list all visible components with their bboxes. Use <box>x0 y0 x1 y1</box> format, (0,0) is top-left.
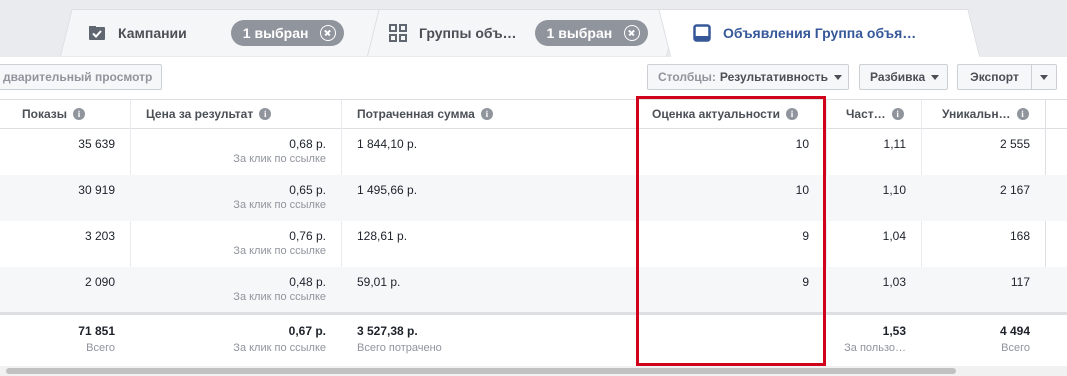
info-icon[interactable]: i <box>891 108 904 120</box>
column-header-impressions[interactable]: Показы i <box>22 100 85 128</box>
frequency-value: 1,11 <box>883 137 906 151</box>
frequency-total-caption: За пользо… <box>844 342 906 354</box>
toolbar: дварительный просмотр Столбцы: Результат… <box>0 57 1067 100</box>
table-row[interactable]: 30 919 0,65 р. За клик по ссылке 1 495,6… <box>0 175 1067 221</box>
columns-dropdown[interactable]: Столбцы: Результативность <box>647 64 849 90</box>
tab-ads-label: Объявления Группа объя… <box>723 25 917 41</box>
amount-spent-value: 59,01 р. <box>357 275 401 289</box>
tab-adsets-content[interactable]: Группы объ… 1 выбран <box>389 20 649 46</box>
ad-monitor-icon <box>693 24 711 42</box>
tab-ads-content[interactable]: Объявления Группа объя… <box>693 20 916 46</box>
totals-row: 71 851 Всего 0,67 р. За клик по ссылке 3… <box>0 312 1067 367</box>
amount-spent-value: 1 844,10 р. <box>357 137 418 151</box>
impressions-value: 35 639 <box>78 137 115 151</box>
unique-total-caption: Всего <box>1001 342 1030 354</box>
chevron-down-icon <box>931 74 940 80</box>
results-table: Показы i Цена за результат i Потраченная с… <box>0 100 1067 376</box>
clear-selection-icon[interactable] <box>624 25 641 41</box>
selection-pill-campaigns: 1 выбран <box>230 20 345 46</box>
impressions-total: 71 851 <box>78 324 115 338</box>
amount-spent-total-caption: Всего потрачено <box>357 342 442 354</box>
frequency-value: 1,04 <box>882 229 906 243</box>
checkbox-folder-icon <box>89 26 105 40</box>
selection-pill-adsets: 1 выбран <box>534 20 649 46</box>
table-row[interactable]: 2 090 0,48 р. За клик по ссылке 59,01 р.… <box>0 267 1067 313</box>
cost-per-result-value: 0,65 р. <box>289 183 326 197</box>
columns-value: Результативность <box>719 70 828 84</box>
impressions-value: 3 203 <box>84 229 115 243</box>
chevron-down-icon <box>1040 74 1048 80</box>
cost-per-result-caption: За клик по ссылке <box>233 245 326 257</box>
header-label: Показы <box>22 107 67 121</box>
columns-label: Столбцы: <box>658 70 716 84</box>
frequency-value: 1,10 <box>882 183 906 197</box>
info-icon[interactable]: i <box>1016 108 1029 120</box>
tab-campaigns-content[interactable]: Кампании 1 выбран <box>88 20 345 46</box>
relevance-highlight-box <box>636 96 826 366</box>
cost-per-result-value: 0,76 р. <box>289 229 326 243</box>
table-header: Показы i Цена за результат i Потраченная с… <box>0 100 1067 129</box>
amount-spent-total: 3 527,38 р. <box>357 324 418 338</box>
horizontal-scrollbar[interactable] <box>0 366 1067 376</box>
breakdown-label: Разбивка <box>870 70 926 84</box>
pill-label: 1 выбран <box>242 25 309 41</box>
header-label: Уникальн… <box>942 107 1011 121</box>
table-row[interactable]: 35 639 0,68 р. За клик по ссылке 1 844,1… <box>0 129 1067 175</box>
tab-campaigns-label: Кампании <box>118 25 187 41</box>
column-header-amount-spent[interactable]: Потраченная сумма i <box>357 100 493 128</box>
preview-button[interactable]: дварительный просмотр <box>0 64 162 90</box>
impressions-total-caption: Всего <box>86 342 115 354</box>
cost-per-result-value: 0,68 р. <box>289 137 326 151</box>
frequency-total: 1,53 <box>882 324 906 338</box>
info-icon[interactable]: i <box>259 108 272 120</box>
impressions-value: 2 090 <box>84 275 115 289</box>
unique-value: 168 <box>1009 229 1030 243</box>
frequency-value: 1,03 <box>882 275 906 289</box>
unique-value: 2 555 <box>999 137 1030 151</box>
pill-label: 1 выбран <box>546 25 613 41</box>
unique-total: 4 494 <box>999 324 1030 338</box>
export-menu-button[interactable] <box>1031 64 1057 90</box>
column-header-cost-per-result[interactable]: Цена за результат i <box>146 100 272 128</box>
info-icon[interactable]: i <box>480 108 493 120</box>
cost-per-result-caption: За клик по ссылке <box>233 291 326 303</box>
cost-per-result-caption: За клик по ссылке <box>233 199 326 211</box>
breakdown-dropdown[interactable]: Разбивка <box>859 64 948 90</box>
header-label: Част… <box>846 107 886 121</box>
unique-value: 2 167 <box>999 183 1030 197</box>
scrollbar-thumb[interactable] <box>6 368 956 374</box>
amount-spent-value: 128,61 р. <box>357 229 408 243</box>
clear-selection-icon[interactable] <box>320 25 337 41</box>
cost-per-result-total-caption: За клик по ссылке <box>233 342 326 354</box>
preview-label: дварительный просмотр <box>3 70 153 84</box>
header-label: Потраченная сумма <box>357 107 475 121</box>
amount-spent-value: 1 495,66 р. <box>357 183 418 197</box>
column-header-unique[interactable]: Уникальн… i <box>942 100 1029 128</box>
chevron-down-icon <box>833 74 842 80</box>
unique-value: 117 <box>1010 275 1030 289</box>
cost-per-result-caption: За клик по ссылке <box>233 153 326 165</box>
table-row[interactable]: 3 203 0,76 р. За клик по ссылке 128,61 р… <box>0 221 1067 267</box>
export-label: Экспорт <box>970 70 1019 84</box>
impressions-value: 30 919 <box>78 183 115 197</box>
export-button[interactable]: Экспорт <box>957 64 1032 90</box>
column-header-frequency[interactable]: Част… i <box>846 100 904 128</box>
tab-bar: Кампании 1 выбран Группы объ… 1 выбран О… <box>0 0 1067 58</box>
cost-per-result-total: 0,67 р. <box>288 324 326 338</box>
grid-icon <box>389 24 407 42</box>
header-label: Цена за результат <box>146 107 254 121</box>
info-icon[interactable]: i <box>73 108 85 120</box>
cost-per-result-value: 0,48 р. <box>289 275 326 289</box>
tab-adsets-label: Группы объ… <box>419 25 517 41</box>
